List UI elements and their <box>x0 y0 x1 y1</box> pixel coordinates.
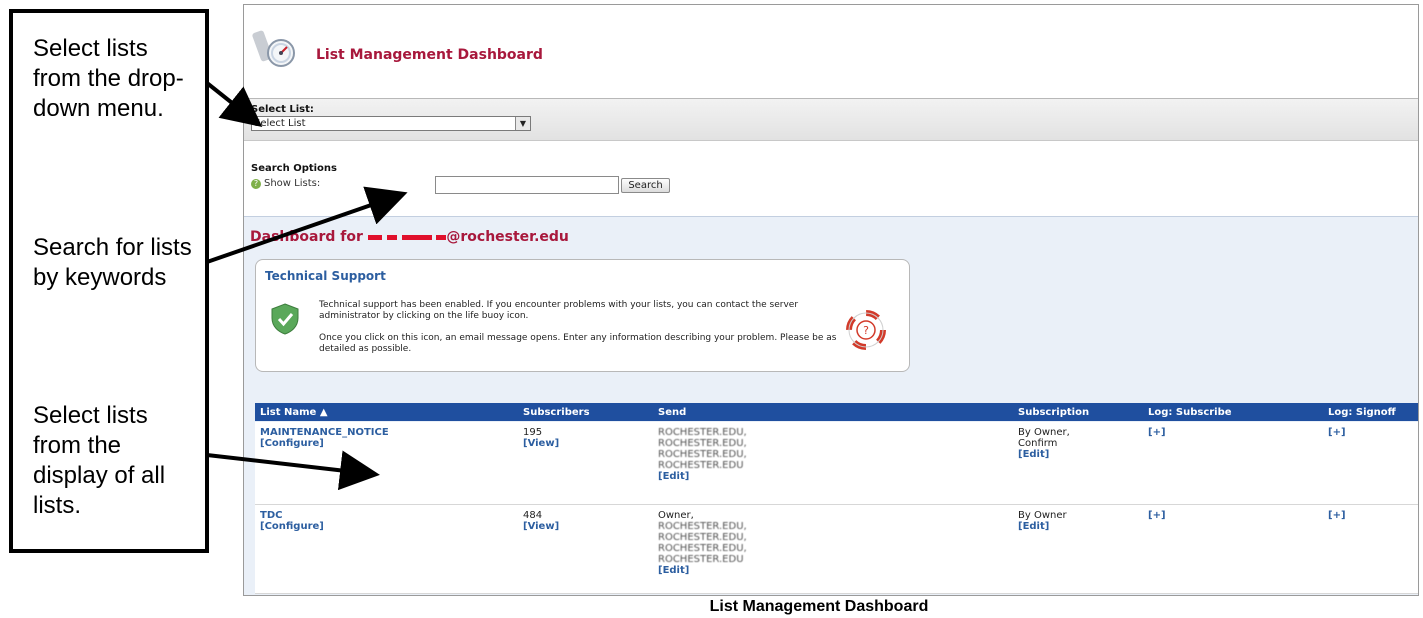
figure-caption: List Management Dashboard <box>709 598 929 615</box>
annotation-arrows <box>205 81 408 491</box>
arrow-to-dropdown <box>205 81 263 127</box>
arrow-to-lists <box>206 450 380 491</box>
arrow-to-search <box>206 186 408 264</box>
